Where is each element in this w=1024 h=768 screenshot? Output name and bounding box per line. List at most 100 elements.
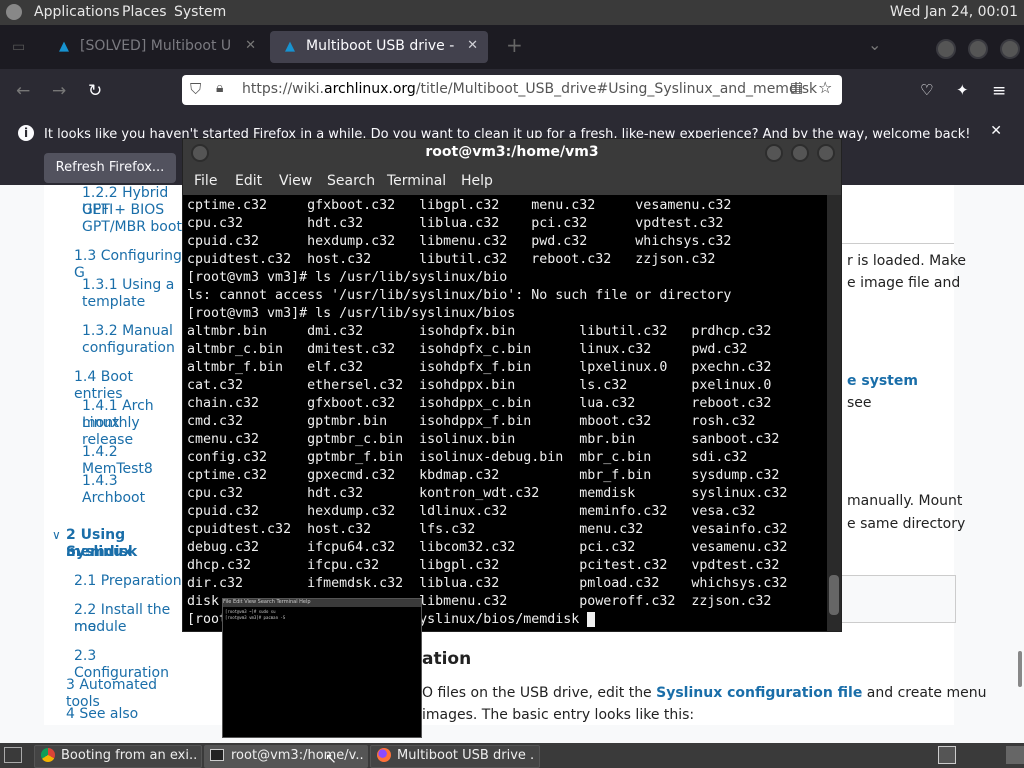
toc-item[interactable]: template bbox=[82, 294, 145, 311]
minimize-window-button[interactable] bbox=[936, 39, 956, 59]
clock[interactable]: Wed Jan 24, 00:01 bbox=[890, 4, 1018, 20]
back-icon[interactable]: ← bbox=[16, 81, 30, 101]
terminal-line: cpuid.c32 hexdump.c32 ldlinux.c32 meminf… bbox=[187, 504, 756, 519]
taskbar-item-firefox[interactable]: Multiboot USB drive ... bbox=[370, 745, 540, 768]
preview-menubar: File Edit View Search Terminal Help bbox=[223, 599, 421, 607]
toc-item[interactable]: memdisk bbox=[66, 544, 137, 561]
table-of-contents: 1.2.2 Hybrid UEFI GPT + BIOS GPT/MBR boo… bbox=[44, 185, 184, 725]
code-box bbox=[840, 575, 956, 623]
terminal-scrollbar-thumb[interactable] bbox=[829, 575, 839, 615]
terminal-line: ls: cannot access '/usr/lib/syslinux/bio… bbox=[187, 288, 732, 303]
nav-bar: ← → ↻ ⛉ 🔒︎ https://wiki.archlinux.org/ti… bbox=[0, 69, 1024, 113]
minimize-terminal-button[interactable] bbox=[765, 144, 783, 162]
system-menu[interactable]: System bbox=[174, 4, 226, 20]
close-tab-icon[interactable]: ✕ bbox=[245, 38, 256, 53]
menu-edit[interactable]: Edit bbox=[235, 173, 262, 189]
terminal-menubar: File Edit View Search Terminal Help bbox=[183, 167, 841, 195]
close-notification-icon[interactable]: ✕ bbox=[990, 123, 1002, 139]
body-text: e same directory bbox=[847, 516, 966, 532]
body-text: e image file and bbox=[847, 275, 961, 291]
url-text[interactable]: https://wiki.archlinux.org/title/Multibo… bbox=[242, 81, 817, 97]
workspace-switcher-2[interactable] bbox=[1006, 746, 1024, 764]
close-terminal-button[interactable] bbox=[817, 144, 835, 162]
taskbar-item-chrome[interactable]: Booting from an exi... bbox=[34, 745, 202, 768]
terminal-line: cmd.c32 gptmbr.bin isohdppx_f.bin mboot.… bbox=[187, 414, 756, 429]
menu-view[interactable]: View bbox=[279, 173, 312, 189]
terminal-line: cpuidtest.c32 host.c32 libutil.c32 reboo… bbox=[187, 252, 716, 267]
terminal-scrollbar[interactable] bbox=[827, 195, 841, 631]
app-menu-icon[interactable]: ≡ bbox=[992, 81, 1006, 101]
show-desktop-icon[interactable] bbox=[4, 747, 22, 763]
terminal-line: chain.c32 gfxboot.c32 isohdppx_c.bin lua… bbox=[187, 396, 772, 411]
body-text: see bbox=[847, 395, 872, 411]
toc-item[interactable]: GPT/MBR boot bbox=[82, 219, 182, 236]
terminal-line: [root@vm3 vm3]# ls /usr/lib/syslinux/bio… bbox=[187, 306, 516, 321]
forward-icon[interactable]: → bbox=[52, 81, 66, 101]
maximize-terminal-button[interactable] bbox=[791, 144, 809, 162]
toc-item[interactable]: 1.4.3 Archboot bbox=[82, 473, 184, 507]
link-text[interactable]: e system bbox=[847, 373, 918, 389]
taskbar-label: Multiboot USB drive ... bbox=[397, 748, 535, 763]
body-text: r is loaded. Make bbox=[847, 253, 967, 269]
close-window-button[interactable] bbox=[1000, 39, 1020, 59]
bookmark-star-icon[interactable]: ☆ bbox=[818, 78, 832, 97]
menu-help[interactable]: Help bbox=[461, 173, 493, 189]
terminal-line: [root@vm3 vm3]# ls /usr/lib/syslinux/bio bbox=[187, 270, 508, 285]
toc-item[interactable]: GPT + BIOS bbox=[82, 202, 164, 219]
terminal-window: root@vm3:/home/vm3 File Edit View Search… bbox=[182, 138, 842, 632]
applications-menu[interactable]: Applications bbox=[34, 4, 120, 20]
terminal-line: cptime.c32 gfxboot.c32 libgpl.c32 menu.c… bbox=[187, 198, 732, 213]
toc-item[interactable]: module bbox=[74, 619, 126, 636]
divider bbox=[840, 243, 954, 244]
reader-view-icon[interactable]: ▤ bbox=[790, 80, 803, 96]
window-preview-thumbnail[interactable]: File Edit View Search Terminal Help [roo… bbox=[222, 598, 422, 738]
body-text: manually. Mount bbox=[847, 493, 963, 509]
terminal-line: dir.c32 ifmemdsk.c32 liblua.c32 pmload.c… bbox=[187, 576, 788, 591]
terminal-screen[interactable]: cptime.c32 gfxboot.c32 libgpl.c32 menu.c… bbox=[183, 195, 827, 631]
taskbar-item-terminal[interactable]: root@vm3:/home/v... bbox=[204, 745, 368, 768]
chrome-icon bbox=[41, 748, 55, 762]
list-tabs-icon[interactable]: ⌄ bbox=[868, 35, 881, 54]
tab-multiboot-usb-drive[interactable]: ▲ Multiboot USB drive - ArchW ✕ bbox=[270, 31, 488, 63]
tab-solved-multiboot[interactable]: ▲ [SOLVED] Multiboot USB ✕ bbox=[44, 31, 266, 63]
close-tab-icon[interactable]: ✕ bbox=[467, 38, 478, 53]
terminal-title: root@vm3:/home/vm3 bbox=[425, 144, 599, 160]
toc-item[interactable]: configuration bbox=[82, 340, 175, 357]
terminal-titlebar[interactable]: root@vm3:/home/vm3 bbox=[183, 139, 841, 167]
terminal-line: debug.c32 ifcpu64.c32 libcom32.c32 pci.c… bbox=[187, 540, 788, 555]
places-menu[interactable]: Places bbox=[122, 4, 167, 20]
preview-line: [root@vm3 vm3]# pacman -S bbox=[225, 615, 286, 620]
top-panel: Applications Places System Wed Jan 24, 0… bbox=[0, 0, 1024, 25]
toc-item[interactable]: 2.1 Preparation bbox=[74, 573, 182, 590]
menu-search[interactable]: Search bbox=[327, 173, 375, 189]
tab-strip: ▭ ▲ [SOLVED] Multiboot USB ✕ ▲ Multiboot… bbox=[0, 25, 1024, 69]
body-text: images. The basic entry looks like this: bbox=[422, 707, 695, 723]
firefox-view-icon[interactable]: ▭ bbox=[12, 39, 25, 55]
extensions-icon[interactable]: ✦ bbox=[956, 81, 969, 99]
shield-icon[interactable]: ⛉ bbox=[190, 80, 201, 98]
maximize-window-button[interactable] bbox=[968, 39, 988, 59]
refresh-firefox-button[interactable]: Refresh Firefox... bbox=[44, 153, 176, 183]
mouse-cursor-icon: ↖ bbox=[325, 751, 337, 767]
terminal-line: cpuid.c32 hexdump.c32 libmenu.c32 pwd.c3… bbox=[187, 234, 732, 249]
reload-icon[interactable]: ↻ bbox=[88, 81, 102, 101]
workspace-switcher-1[interactable] bbox=[938, 746, 956, 764]
terminal-line: altmbr.bin dmi.c32 isohdpfx.bin libutil.… bbox=[187, 324, 772, 339]
terminal-line: cmenu.c32 gptmbr_c.bin isolinux.bin mbr.… bbox=[187, 432, 780, 447]
toc-item[interactable]: 1.3.2 Manual bbox=[82, 323, 173, 340]
menu-file[interactable]: File bbox=[194, 173, 217, 189]
menu-terminal[interactable]: Terminal bbox=[387, 173, 446, 189]
url-bar[interactable]: ⛉ 🔒︎ https://wiki.archlinux.org/title/Mu… bbox=[182, 75, 842, 105]
syslinux-config-link[interactable]: Syslinux configuration file bbox=[656, 685, 862, 701]
toc-item[interactable]: 4 See also bbox=[66, 706, 138, 723]
chevron-down-icon[interactable]: ∨ bbox=[52, 528, 61, 542]
distro-logo-icon[interactable] bbox=[6, 4, 22, 20]
new-tab-icon[interactable]: + bbox=[506, 33, 523, 57]
preview-line: [root@vm3 ~]# sudo su bbox=[225, 609, 276, 614]
terminal-icon bbox=[210, 749, 224, 761]
page-scrollbar-thumb[interactable] bbox=[1018, 651, 1022, 687]
pocket-icon[interactable]: ♡ bbox=[920, 81, 933, 99]
lock-icon[interactable]: 🔒︎ bbox=[216, 80, 223, 96]
terminal-line: cpuidtest.c32 host.c32 lfs.c32 menu.c32 … bbox=[187, 522, 788, 537]
toc-item[interactable]: 1.3.1 Using a bbox=[82, 277, 174, 294]
